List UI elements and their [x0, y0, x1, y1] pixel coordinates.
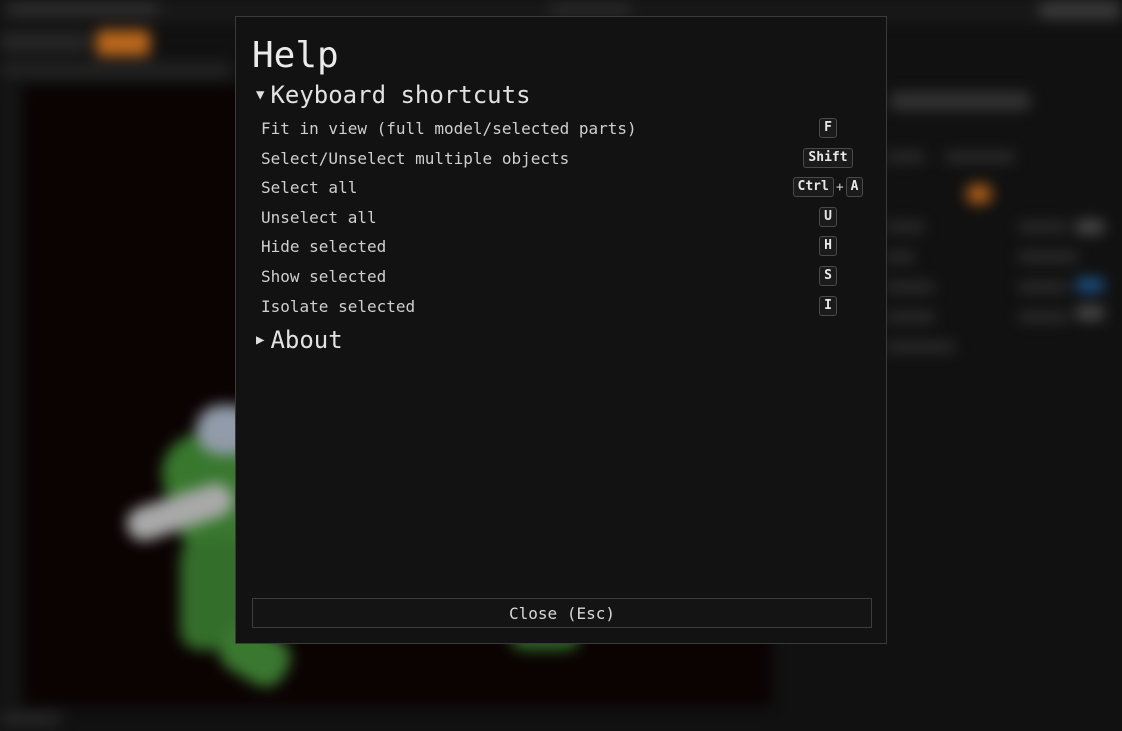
- app-title-placeholder: [8, 4, 158, 14]
- key-cap: Shift: [803, 148, 853, 168]
- shortcut-label: Show selected: [261, 266, 387, 286]
- shortcut-keys: Shift: [793, 148, 863, 168]
- shortcut-label: Fit in view (full model/selected parts): [261, 118, 637, 138]
- shortcut-row-fit-in-view: Fit in view (full model/selected parts) …: [261, 114, 863, 142]
- app-accent-button: [96, 30, 150, 56]
- keyboard-shortcuts-title: Keyboard shortcuts: [270, 81, 531, 109]
- key-cap: A: [845, 177, 864, 197]
- help-dialog: Help ▼ Keyboard shortcuts Fit in view (f…: [235, 16, 887, 644]
- shortcut-row-isolate-selected: Isolate selected I: [261, 292, 863, 320]
- keyboard-shortcuts-header[interactable]: ▼ Keyboard shortcuts: [256, 81, 531, 109]
- key-cap: Ctrl: [792, 177, 834, 197]
- shortcut-keys: F: [793, 118, 863, 138]
- key-separator: +: [835, 179, 844, 195]
- key-cap: I: [819, 296, 837, 316]
- close-button[interactable]: Close (Esc): [252, 598, 872, 628]
- shortcut-keys: Ctrl + A: [792, 177, 864, 197]
- app-toolbar-row: [0, 62, 230, 78]
- settings-toggle: [1075, 278, 1105, 292]
- shortcut-label: Hide selected: [261, 236, 387, 256]
- about-title: About: [270, 326, 343, 354]
- settings-panel-row: [885, 222, 925, 232]
- key-cap: H: [819, 236, 837, 256]
- settings-toggle: [1075, 220, 1105, 234]
- settings-panel-row: [945, 152, 1015, 162]
- shortcut-row-show-selected: Show selected S: [261, 262, 863, 290]
- about-header[interactable]: ▶ About: [256, 326, 343, 354]
- app-left-sidebar: [0, 86, 22, 706]
- shortcut-row-unselect-all: Unselect all U: [261, 203, 863, 231]
- settings-toggle: [1075, 306, 1105, 320]
- shortcut-label: Select all: [261, 177, 358, 197]
- settings-panel-row: [885, 312, 935, 322]
- shortcut-keys: I: [793, 296, 863, 316]
- shortcut-keys: S: [793, 266, 863, 286]
- settings-panel-row: [1018, 222, 1068, 232]
- app-toolbar-item: [0, 32, 90, 52]
- settings-panel-title: [890, 92, 1030, 110]
- settings-accent: [966, 184, 992, 204]
- key-cap: S: [819, 266, 837, 286]
- shortcut-row-hide-selected: Hide selected H: [261, 232, 863, 260]
- shortcut-keys: U: [793, 207, 863, 227]
- settings-panel-row: [885, 282, 935, 292]
- key-cap: F: [819, 118, 837, 138]
- settings-panel-row: [1018, 312, 1068, 322]
- settings-panel-row: [1018, 282, 1068, 292]
- shortcut-row-multi-select: Select/Unselect multiple objects Shift: [261, 144, 863, 172]
- help-title: Help: [252, 35, 339, 76]
- shortcut-row-select-all: Select all Ctrl + A: [261, 173, 864, 201]
- collapsed-arrow-icon: ▶: [256, 332, 265, 348]
- shortcut-label: Isolate selected: [261, 296, 416, 316]
- app-window-controls: [1040, 2, 1120, 18]
- app-center-title-placeholder: [550, 4, 630, 14]
- shortcut-label: Select/Unselect multiple objects: [261, 148, 570, 168]
- settings-panel-row: [885, 342, 955, 352]
- shortcut-label: Unselect all: [261, 207, 377, 227]
- shortcut-keys: H: [793, 236, 863, 256]
- settings-panel-row: [885, 252, 915, 262]
- settings-panel-row: [1018, 252, 1078, 262]
- expanded-arrow-icon: ▼: [256, 87, 265, 103]
- app-statusbar: [0, 712, 60, 726]
- key-cap: U: [819, 207, 837, 227]
- settings-panel-row: [885, 152, 925, 162]
